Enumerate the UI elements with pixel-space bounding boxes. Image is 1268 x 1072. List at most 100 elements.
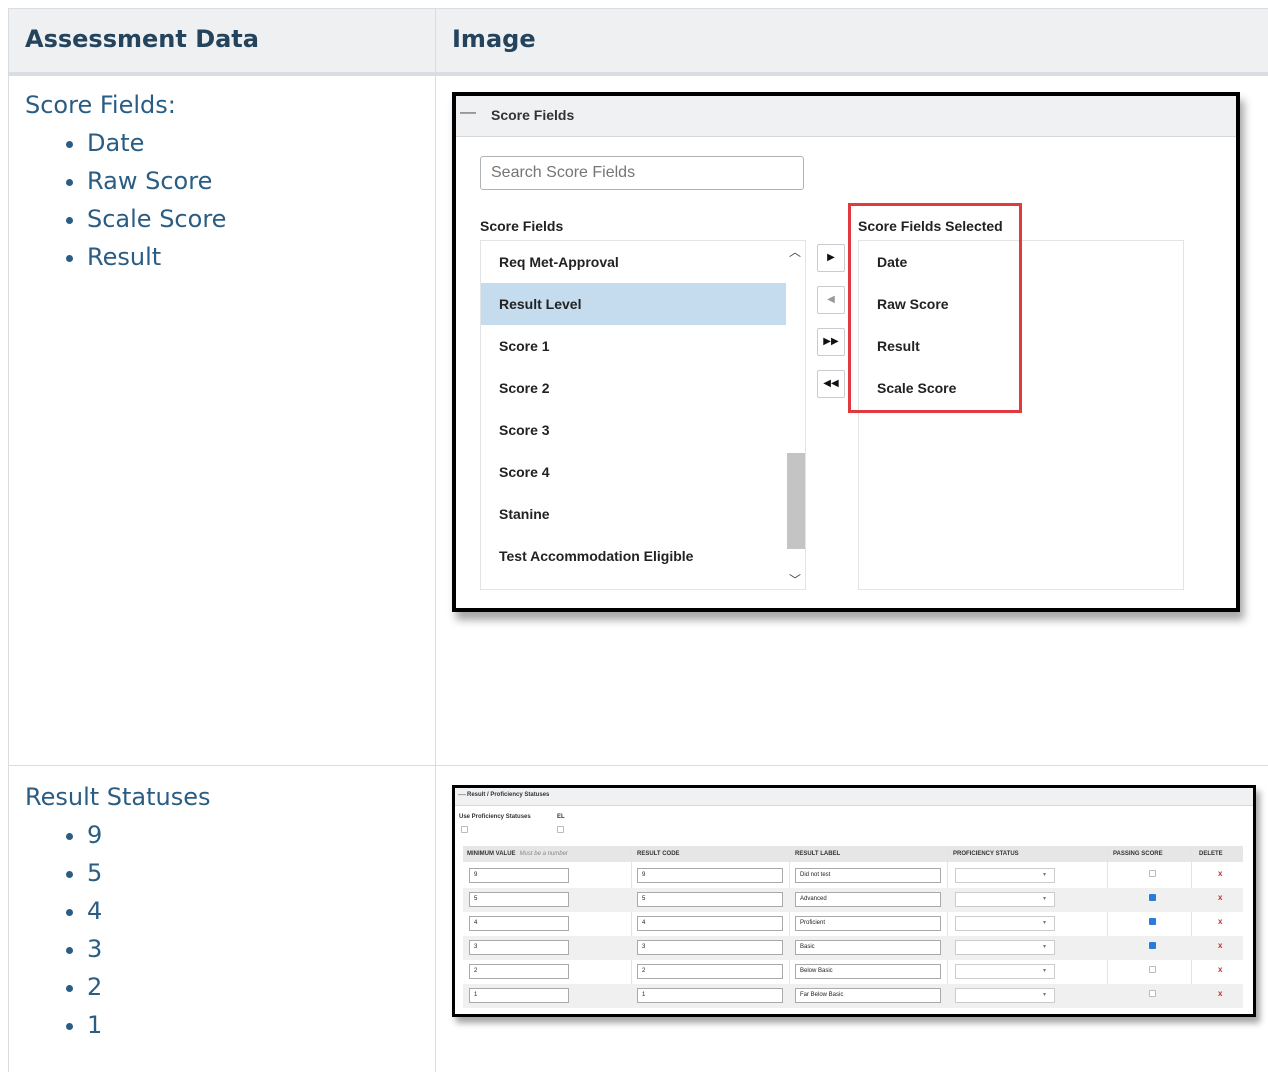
col-result-label: RESULT LABEL (795, 851, 841, 857)
list-item: Scale Score (87, 200, 226, 238)
result-label-input[interactable]: Below Basic (795, 964, 941, 979)
result-code-input[interactable]: 5 (637, 892, 783, 907)
passing-score-checkbox[interactable] (1149, 990, 1156, 997)
min-value-input[interactable]: 5 (469, 892, 569, 907)
panel-title: Score Fields (491, 107, 575, 123)
move-all-left-button[interactable]: ◀◀ (817, 370, 845, 398)
list-item[interactable]: Score 1 (481, 325, 786, 367)
header-assessment-data: Assessment Data (25, 25, 259, 53)
minus-icon[interactable]: — (458, 790, 466, 799)
list-item[interactable]: Score 2 (481, 367, 786, 409)
list-item: 9 (87, 816, 211, 854)
passing-score-checkbox[interactable] (1149, 966, 1156, 973)
scrollbar-thumb[interactable] (787, 453, 805, 549)
list-item: 3 (87, 930, 211, 968)
result-statuses-label: Result Statuses (25, 783, 211, 811)
list-item[interactable]: Stanine (481, 493, 786, 535)
result-code-input[interactable]: 1 (637, 988, 783, 1003)
delete-icon[interactable]: x (1218, 869, 1222, 878)
list-item[interactable]: Req Met-Approval (481, 241, 786, 283)
delete-icon[interactable]: x (1218, 941, 1222, 950)
score-fields-cell: Score Fields: Date Raw Score Scale Score… (25, 88, 226, 276)
list-item: 5 (87, 854, 211, 892)
proficiency-status-select[interactable]: ▾ (955, 988, 1055, 1003)
delete-icon[interactable]: x (1218, 917, 1222, 926)
passing-score-checkbox[interactable] (1149, 918, 1156, 925)
list-item-selected[interactable]: Result Level (481, 283, 786, 325)
min-value-input[interactable]: 4 (469, 916, 569, 931)
list-item: Raw Score (87, 162, 226, 200)
proficiency-status-select[interactable]: ▾ (955, 940, 1055, 955)
minus-icon[interactable]: — (460, 104, 476, 122)
panel-title: Result / Proficiency Statuses (467, 792, 550, 798)
col-passing-score: PASSING SCORE (1113, 851, 1163, 857)
use-proficiency-checkbox[interactable] (461, 826, 468, 833)
search-score-fields-input[interactable] (480, 156, 804, 190)
scroll-up-icon[interactable]: ︿ (789, 243, 801, 260)
result-statuses-list: 9 5 4 3 2 1 (25, 816, 211, 1044)
table-row: 4 4 Proficient ▾ x (463, 912, 1243, 936)
list-item[interactable]: Score 4 (481, 451, 786, 493)
passing-score-checkbox[interactable] (1149, 870, 1156, 877)
score-fields-list: Date Raw Score Scale Score Result (25, 124, 226, 276)
status-table-header: MINIMUM VALUE Must be a number RESULT COD… (463, 846, 1243, 862)
result-statuses-screenshot: — Result / Proficiency Statuses Use Prof… (452, 785, 1256, 1017)
result-label-input[interactable]: Advanced (795, 892, 941, 907)
list-item[interactable]: Test Accommodation Eligible (481, 535, 786, 577)
result-label-input[interactable]: Far Below Basic (795, 988, 941, 1003)
col-proficiency-status: PROFICIENCY STATUS (953, 851, 1019, 857)
result-code-input[interactable]: 2 (637, 964, 783, 979)
table-row: 2 2 Below Basic ▾ x (463, 960, 1243, 984)
result-label-input[interactable]: Did not test (795, 868, 941, 883)
list-item: 1 (87, 1006, 211, 1044)
proficiency-status-select[interactable]: ▾ (955, 916, 1055, 931)
move-right-button[interactable]: ▶ (817, 244, 845, 272)
column-divider (435, 8, 436, 1072)
scroll-down-icon[interactable]: ﹀ (789, 571, 801, 588)
score-fields-label: Score Fields: (25, 91, 176, 119)
result-statuses-cell: Result Statuses 9 5 4 3 2 1 (25, 780, 211, 1044)
list-item[interactable]: Score 3 (481, 409, 786, 451)
min-value-input[interactable]: 3 (469, 940, 569, 955)
score-fields-screenshot: — Score Fields Score Fields Score Fields… (452, 92, 1240, 612)
result-statuses-panel-header[interactable]: — Result / Proficiency Statuses (455, 788, 1253, 806)
result-code-input[interactable]: 9 (637, 868, 783, 883)
result-label-input[interactable]: Proficient (795, 916, 941, 931)
delete-icon[interactable]: x (1218, 989, 1222, 998)
proficiency-status-select[interactable]: ▾ (955, 868, 1055, 883)
result-code-input[interactable]: 4 (637, 916, 783, 931)
min-value-input[interactable]: 9 (469, 868, 569, 883)
result-label-input[interactable]: Basic (795, 940, 941, 955)
use-proficiency-label: Use Proficiency Statuses (459, 814, 531, 820)
proficiency-status-select[interactable]: ▾ (955, 964, 1055, 979)
scrollbar[interactable]: ︿ ﹀ (785, 241, 805, 589)
available-fields-list[interactable]: Req Met-Approval Result Level Score 1 Sc… (480, 240, 806, 590)
el-label: EL (557, 814, 565, 820)
col-delete: DELETE (1199, 851, 1223, 857)
list-item: Result (87, 238, 226, 276)
el-checkbox[interactable] (557, 826, 564, 833)
passing-score-checkbox[interactable] (1149, 894, 1156, 901)
col-result-code: RESULT CODE (637, 851, 680, 857)
min-value-input[interactable]: 1 (469, 988, 569, 1003)
available-fields-label: Score Fields (480, 218, 564, 234)
delete-icon[interactable]: x (1218, 965, 1222, 974)
score-fields-panel-header[interactable]: — Score Fields (456, 96, 1236, 137)
col-min-value: MINIMUM VALUE Must be a number (467, 851, 568, 857)
move-left-button[interactable]: ◀ (817, 286, 845, 314)
passing-score-checkbox[interactable] (1149, 942, 1156, 949)
min-value-input[interactable]: 2 (469, 964, 569, 979)
table-row: 1 1 Far Below Basic ▾ x (463, 984, 1243, 1008)
table-row: 3 3 Basic ▾ x (463, 936, 1243, 960)
highlight-box (848, 203, 1022, 413)
proficiency-status-select[interactable]: ▾ (955, 892, 1055, 907)
list-item: 2 (87, 968, 211, 1006)
delete-icon[interactable]: x (1218, 893, 1222, 902)
move-all-right-button[interactable]: ▶▶ (817, 328, 845, 356)
table-row: 9 9 Did not test ▾ x (463, 864, 1243, 888)
row-divider (9, 765, 1268, 766)
table-row: 5 5 Advanced ▾ x (463, 888, 1243, 912)
header-image: Image (452, 25, 536, 53)
result-code-input[interactable]: 3 (637, 940, 783, 955)
list-item: 4 (87, 892, 211, 930)
